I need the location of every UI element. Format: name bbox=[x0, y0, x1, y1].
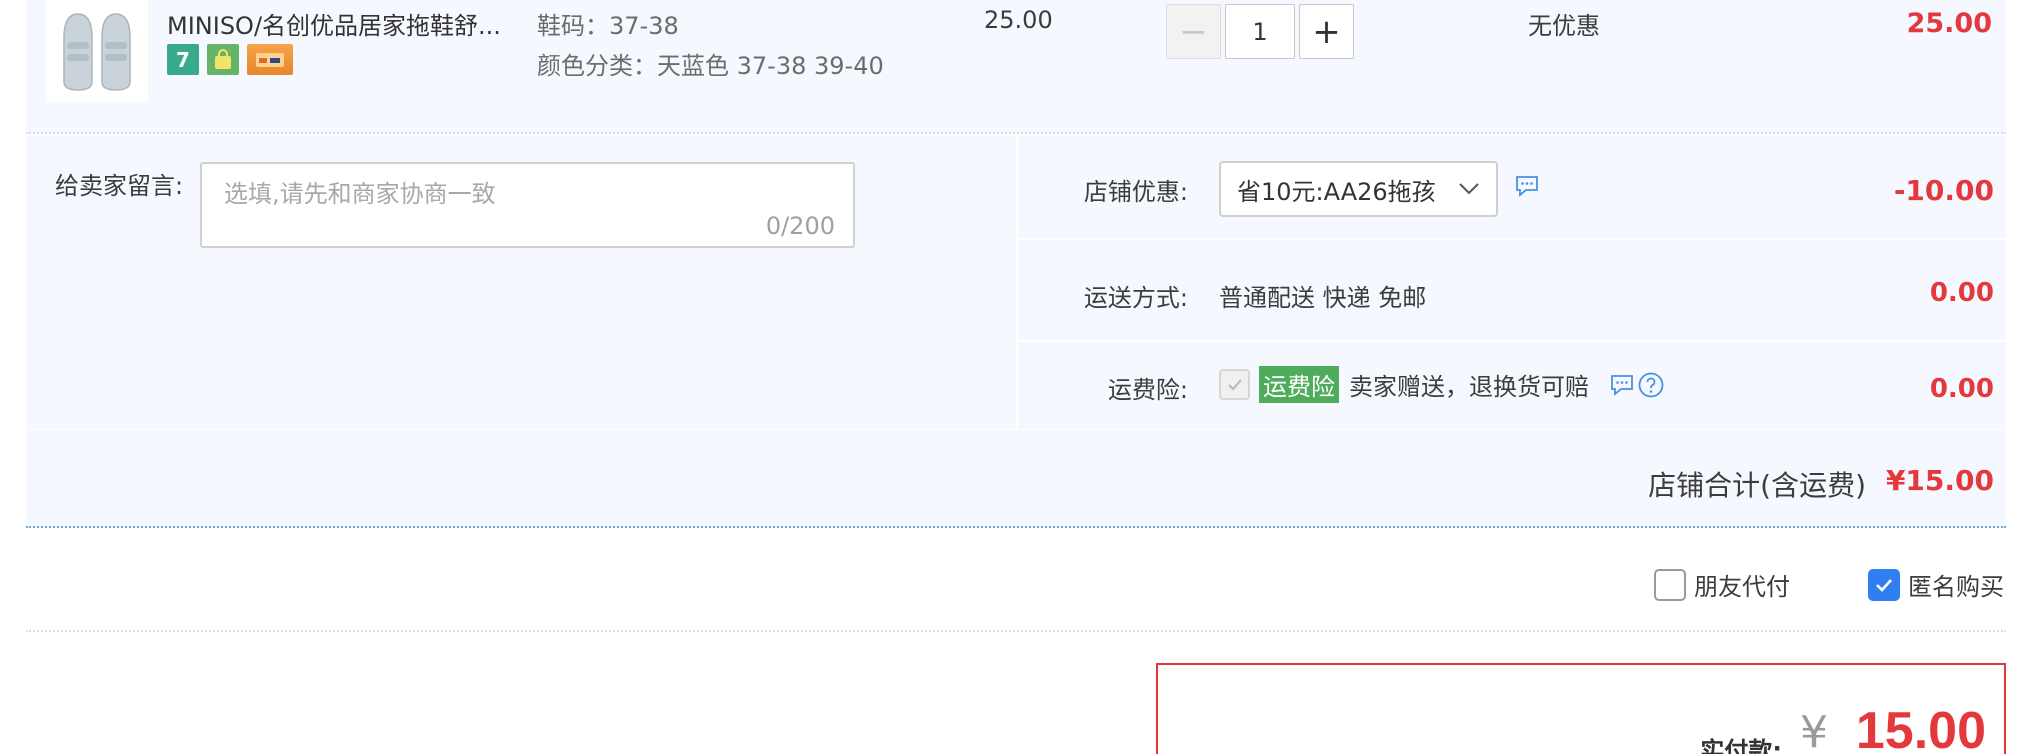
checkmark-icon bbox=[1876, 578, 1892, 592]
seller-message-input[interactable] bbox=[202, 164, 853, 246]
shop-discount-selected: 省10元:AA26拖孩 bbox=[1237, 177, 1436, 206]
increase-quantity-button[interactable]: + bbox=[1299, 4, 1354, 59]
unit-price: 25.00 bbox=[984, 6, 1053, 34]
anonymous-purchase-checkbox[interactable] bbox=[1868, 568, 1900, 601]
shopping-bag-icon[interactable] bbox=[207, 44, 239, 75]
credit-card-icon[interactable] bbox=[247, 44, 293, 75]
decrease-quantity-button[interactable]: − bbox=[1166, 4, 1221, 59]
payment-summary: 实付款: ¥ 15.00 bbox=[1156, 663, 2006, 754]
chevron-down-icon bbox=[1459, 183, 1479, 195]
shop-discount-label: 店铺优惠: bbox=[1083, 178, 1188, 206]
friend-pay-option[interactable]: 朋友代付 bbox=[1654, 567, 1790, 602]
shop-total-amount: ¥15.00 bbox=[1885, 464, 1994, 497]
friend-pay-checkbox[interactable] bbox=[1654, 568, 1686, 601]
seller-message-box: 0/200 bbox=[200, 162, 855, 248]
service-badges: 7 bbox=[167, 44, 293, 75]
shop-total-row: 店铺合计(含运费) ¥15.00 bbox=[26, 430, 2006, 528]
spec-color: 颜色分类：天蓝色 37-38 39-40 bbox=[537, 52, 884, 80]
insurance-checkbox[interactable] bbox=[1219, 369, 1250, 400]
insurance-text: 卖家赠送，退换货可赔 bbox=[1349, 373, 1589, 401]
insurance-tag: 运费险 bbox=[1259, 366, 1339, 403]
slipper-product-image bbox=[63, 13, 131, 91]
order-options-panel: 给卖家留言: 0/200 店铺优惠: 省10元:AA26拖孩 -10.00 运送… bbox=[26, 136, 2008, 528]
shop-discount-amount: -10.00 bbox=[1893, 174, 1994, 207]
item-subtotal: 25.00 bbox=[1906, 8, 1992, 39]
item-discount: 无优惠 bbox=[1528, 12, 1600, 40]
anonymous-purchase-option[interactable]: 匿名购买 bbox=[1868, 567, 2004, 602]
product-thumbnail[interactable] bbox=[46, 0, 148, 102]
shipping-method: 普通配送 快递 免邮 bbox=[1219, 284, 1427, 312]
seven-day-return-icon[interactable]: 7 bbox=[167, 44, 199, 75]
shop-total-label: 店铺合计(含运费) bbox=[1648, 469, 1866, 502]
spec-size: 鞋码：37-38 bbox=[537, 12, 679, 40]
shipping-label: 运送方式: bbox=[1083, 284, 1188, 312]
product-title[interactable]: MINISO/名创优品居家拖鞋舒... bbox=[167, 6, 501, 41]
anonymous-purchase-label: 匿名购买 bbox=[1908, 573, 2004, 601]
shipping-row: 运送方式: 普通配送 快递 免邮 0.00 bbox=[1018, 240, 2008, 342]
question-circle-icon[interactable] bbox=[1637, 371, 1665, 399]
payment-amount: 15.00 bbox=[1855, 702, 1986, 754]
shop-discount-select[interactable]: 省10元:AA26拖孩 bbox=[1219, 161, 1498, 217]
chat-bubble-icon[interactable] bbox=[1514, 174, 1540, 198]
order-item-row: MINISO/名创优品居家拖鞋舒... 7 鞋码：37-38 颜色分类：天蓝色 … bbox=[26, 0, 2006, 134]
shop-discount-row: 店铺优惠: 省10元:AA26拖孩 -10.00 bbox=[1018, 136, 2008, 240]
insurance-amount: 0.00 bbox=[1929, 374, 1994, 404]
payment-label: 实付款: bbox=[1700, 737, 1782, 754]
insurance-info: 运费险 卖家赠送，退换货可赔 bbox=[1219, 366, 1665, 403]
shop-options: 店铺优惠: 省10元:AA26拖孩 -10.00 运送方式: 普通配送 快递 免… bbox=[1016, 136, 2008, 429]
chat-bubble-icon[interactable] bbox=[1609, 373, 1635, 397]
message-char-counter: 0/200 bbox=[765, 212, 835, 240]
quantity-stepper: − + bbox=[1166, 4, 1354, 59]
checkmark-icon bbox=[1227, 378, 1242, 390]
seller-message-label: 给卖家留言: bbox=[55, 172, 184, 200]
shipping-amount: 0.00 bbox=[1929, 278, 1994, 308]
friend-pay-label: 朋友代付 bbox=[1694, 573, 1790, 601]
shipping-insurance-row: 运费险: 运费险 卖家赠送，退换货可赔 0.00 bbox=[1018, 342, 2008, 429]
payment-currency: ¥ bbox=[1800, 707, 1828, 754]
quantity-input[interactable] bbox=[1225, 4, 1295, 59]
purchase-options: 朋友代付 匿名购买 bbox=[26, 531, 2006, 632]
insurance-label: 运费险: bbox=[1107, 376, 1188, 404]
